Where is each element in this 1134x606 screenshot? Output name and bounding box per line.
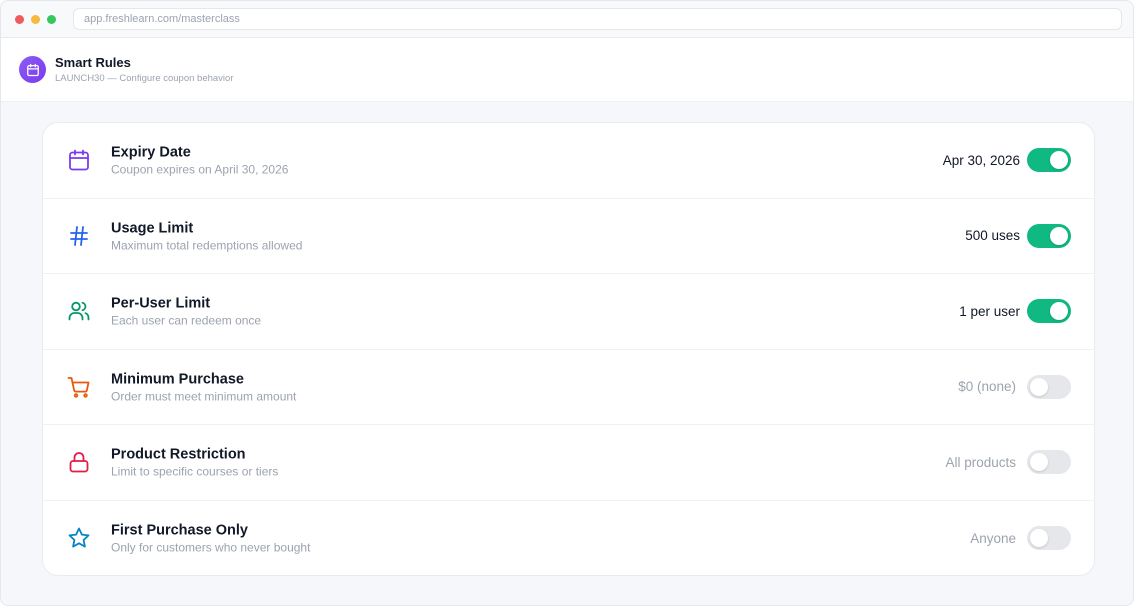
first-purchase-only-toggle[interactable]	[1027, 526, 1071, 551]
rule-row-usage-limit: Usage Limit Maximum total redemptions al…	[43, 199, 1094, 274]
address-bar[interactable]: app.freshlearn.com/masterclass	[73, 8, 1122, 30]
rule-title: Product Restriction	[111, 446, 246, 463]
rule-description: Maximum total redemptions allowed	[111, 238, 303, 253]
browser-titlebar: app.freshlearn.com/masterclass	[1, 1, 1133, 38]
rule-value: 1 per user	[959, 303, 1020, 319]
rule-title: Usage Limit	[111, 220, 194, 237]
close-window-button[interactable]	[15, 14, 24, 24]
browser-window: app.freshlearn.com/masterclass Smart Rul…	[0, 0, 1134, 606]
minimum-purchase-toggle[interactable]	[1027, 374, 1071, 399]
rule-title: Expiry Date	[111, 144, 191, 161]
rule-description: Coupon expires on April 30, 2026	[111, 162, 289, 177]
minimize-window-button[interactable]	[31, 14, 40, 24]
rule-row-first-purchase-only: First Purchase Only Only for customers w…	[43, 501, 1094, 576]
lock-icon	[67, 450, 91, 474]
rule-row-minimum-purchase: Minimum Purchase Order must meet minimum…	[43, 350, 1094, 425]
usage-limit-toggle[interactable]	[1027, 223, 1071, 248]
toggle-knob	[1030, 377, 1048, 396]
toggle-knob	[1050, 151, 1068, 170]
rule-row-expiry-date: Expiry Date Coupon expires on April 30, …	[43, 123, 1094, 199]
users-icon	[67, 299, 91, 323]
rule-row-product-restriction: Product Restriction Limit to specific co…	[43, 425, 1094, 501]
star-icon	[67, 526, 91, 550]
rule-description: Limit to specific courses or tiers	[111, 464, 279, 479]
maximize-window-button[interactable]	[47, 14, 56, 24]
rule-title: First Purchase Only	[111, 522, 248, 539]
cart-icon	[67, 375, 91, 399]
rule-value: Anyone	[970, 530, 1016, 546]
rule-description: Order must meet minimum amount	[111, 389, 297, 404]
toggle-knob	[1050, 302, 1068, 321]
rule-value: $0 (none)	[958, 379, 1016, 395]
rule-value: 500 uses	[965, 228, 1020, 244]
rules-card: Expiry Date Coupon expires on April 30, …	[42, 122, 1095, 576]
rule-description: Each user can redeem once	[111, 313, 262, 328]
hash-icon	[67, 224, 91, 248]
product-restriction-toggle[interactable]	[1027, 450, 1071, 475]
rule-title: Per-User Limit	[111, 295, 211, 312]
rule-description: Only for customers who never bought	[111, 540, 311, 555]
calendar-icon	[67, 148, 91, 172]
rule-row-per-user-limit: Per-User Limit Each user can redeem once…	[43, 274, 1094, 350]
toggle-knob	[1050, 226, 1068, 245]
page-header: Smart Rules LAUNCH30 — Configure coupon …	[1, 38, 1133, 102]
per-user-limit-toggle[interactable]	[1027, 299, 1071, 324]
rule-value: All products	[945, 454, 1016, 470]
toggle-knob	[1030, 453, 1048, 472]
toggle-knob	[1030, 529, 1048, 548]
page-subtitle: LAUNCH30 — Configure coupon behavior	[55, 73, 234, 84]
address-bar-url: app.freshlearn.com/masterclass	[84, 13, 240, 25]
rule-value: Apr 30, 2026	[942, 152, 1020, 168]
calendar-icon	[19, 56, 46, 83]
rule-title: Minimum Purchase	[111, 371, 244, 388]
expiry-date-toggle[interactable]	[1027, 148, 1071, 173]
page-title: Smart Rules	[55, 55, 131, 70]
